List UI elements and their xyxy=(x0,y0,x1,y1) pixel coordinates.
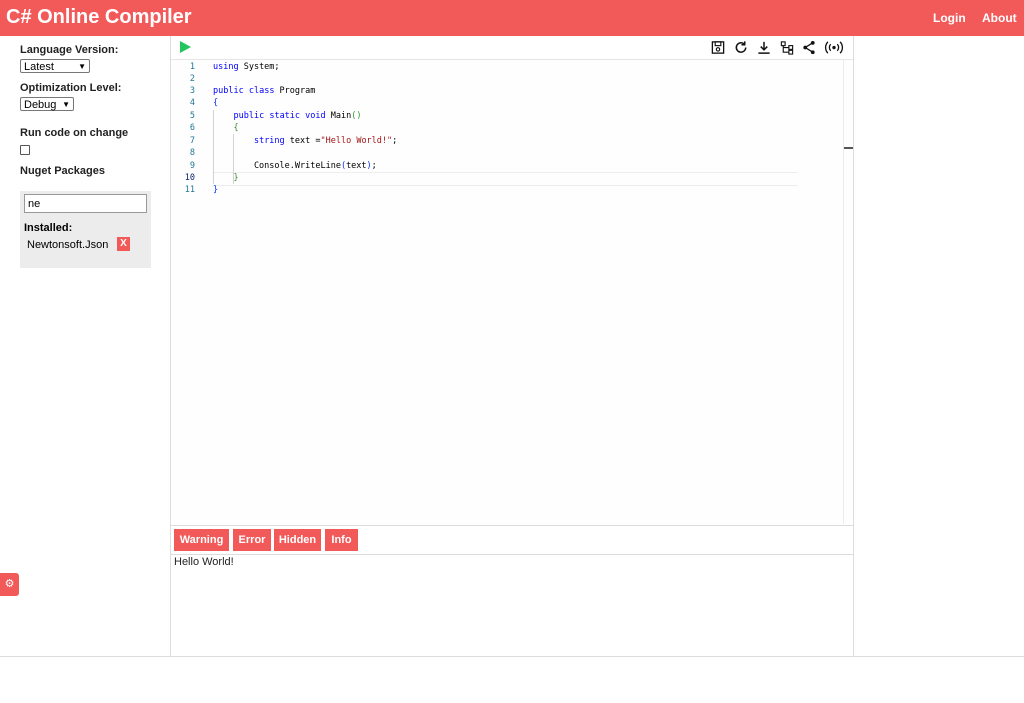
line-number: 5 xyxy=(189,111,195,121)
language-version-value: Latest xyxy=(24,61,54,73)
editor-toolbar xyxy=(171,36,853,60)
run-on-change-checkbox[interactable] xyxy=(20,145,30,155)
line-number: 2 xyxy=(189,74,195,84)
header-bar: C# Online Compiler Login About xyxy=(0,0,1024,36)
tab-error[interactable]: Error xyxy=(233,529,271,551)
main-panel: 1 2 3 4 5 6 7 8 9 10 11 using System; pu… xyxy=(171,36,854,656)
nuget-search-input[interactable]: ne xyxy=(24,194,147,213)
installed-package-name: Newtonsoft.Json xyxy=(27,239,109,251)
run-icon[interactable] xyxy=(180,41,191,53)
tab-warning[interactable]: Warning xyxy=(174,529,229,551)
line-number: 7 xyxy=(189,136,195,146)
code-line-6: { xyxy=(233,123,239,133)
optimization-level-select[interactable]: Debug ▼ xyxy=(20,97,74,111)
installed-label: Installed: xyxy=(24,222,73,234)
code-line-10: } xyxy=(233,173,239,183)
footer-divider xyxy=(0,656,1024,657)
code-editor[interactable]: 1 2 3 4 5 6 7 8 9 10 11 using System; pu… xyxy=(171,60,853,524)
remove-package-button[interactable]: X xyxy=(117,237,130,251)
fork-icon[interactable] xyxy=(779,40,795,55)
output-tab-bar: Warning Error Hidden Info xyxy=(171,525,853,555)
line-number: 6 xyxy=(189,123,195,133)
line-number: 11 xyxy=(184,185,195,195)
code-line-4: { xyxy=(213,98,219,108)
save-icon[interactable] xyxy=(710,40,726,55)
code-line-9: Console.WriteLine(text); xyxy=(213,161,377,171)
nuget-panel: ne Installed: Newtonsoft.Json X xyxy=(20,191,151,268)
output-text: Hello World! xyxy=(174,556,234,568)
run-on-change-label: Run code on change xyxy=(20,127,129,139)
optimization-level-value: Debug xyxy=(24,99,57,111)
line-number: 8 xyxy=(189,148,195,158)
tab-hidden[interactable]: Hidden xyxy=(274,529,321,551)
line-number-active: 10 xyxy=(184,173,195,183)
language-version-select[interactable]: Latest ▼ xyxy=(20,59,90,73)
live-icon[interactable] xyxy=(824,40,844,55)
site-title[interactable]: C# Online Compiler xyxy=(6,6,192,29)
line-number: 9 xyxy=(189,161,195,171)
code-line-1: using System; xyxy=(213,62,280,72)
line-number: 4 xyxy=(189,98,195,108)
overview-ruler-marker xyxy=(844,147,853,149)
optimization-level-label: Optimization Level: xyxy=(20,82,122,94)
code-line-3: public class Program xyxy=(213,86,316,96)
code-line-5: public static void Main() xyxy=(233,111,362,121)
code-line-7: string text ="Hello World!"; xyxy=(253,136,398,146)
settings-toggle-icon[interactable]: ⚙ xyxy=(0,573,19,596)
download-icon[interactable] xyxy=(756,40,772,55)
about-link[interactable]: About xyxy=(982,11,1017,25)
code-line-11: } xyxy=(213,185,219,195)
language-version-label: Language Version: xyxy=(20,44,119,56)
share-icon[interactable] xyxy=(801,40,817,55)
line-number: 1 xyxy=(189,62,195,72)
login-link[interactable]: Login xyxy=(933,11,966,25)
chevron-down-icon: ▼ xyxy=(78,62,86,71)
chevron-down-icon: ▼ xyxy=(62,100,70,109)
editor-scrollbar[interactable] xyxy=(843,60,844,524)
line-number: 3 xyxy=(189,86,195,96)
tab-info[interactable]: Info xyxy=(325,529,358,551)
settings-sidebar: Language Version: Latest ▼ Optimization … xyxy=(0,36,171,656)
nuget-packages-label: Nuget Packages xyxy=(20,165,105,177)
refresh-icon[interactable] xyxy=(733,40,749,55)
current-line-highlight xyxy=(213,172,798,186)
